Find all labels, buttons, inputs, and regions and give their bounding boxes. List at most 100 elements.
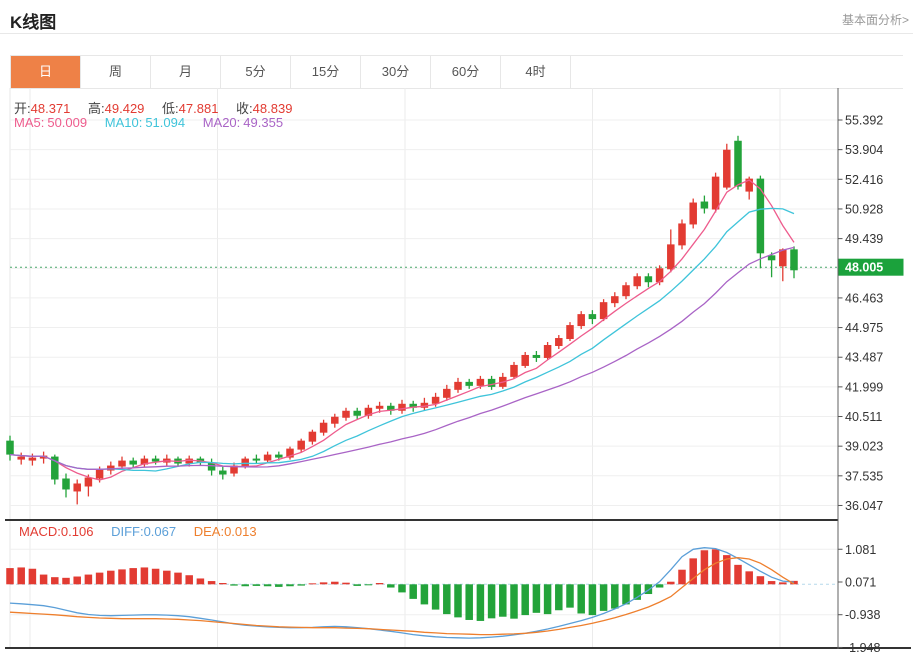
- high-value: 49.429: [105, 101, 145, 116]
- candle-body: [589, 314, 597, 319]
- macd-hist-bar: [645, 584, 653, 594]
- macd-hist-bar: [757, 576, 765, 584]
- macd-axis-label: 0.071: [845, 576, 876, 590]
- macd-label: MACD:: [19, 524, 61, 539]
- candle-body: [96, 470, 104, 479]
- macd-hist-bar: [712, 549, 720, 584]
- macd-hist-bar: [398, 584, 406, 592]
- candle-body: [342, 411, 350, 418]
- candle-body: [533, 355, 541, 358]
- candle-body: [477, 379, 485, 386]
- macd-group: [6, 548, 798, 638]
- ma5-label: MA5:: [14, 115, 44, 130]
- macd-hist-bar: [264, 584, 272, 586]
- macd-axis-label: 1.081: [845, 543, 876, 557]
- macd-hist-bar: [611, 584, 619, 608]
- candle-body: [645, 276, 653, 282]
- candle-body: [566, 325, 574, 339]
- candle-body: [309, 432, 317, 442]
- candle-body: [152, 459, 160, 462]
- macd-hist-bar: [589, 584, 597, 615]
- macd-hist-bar: [331, 582, 339, 585]
- macd-hist-bar: [107, 571, 115, 585]
- price-axis-label: 37.535: [845, 469, 883, 483]
- macd-hist-bar: [353, 584, 361, 586]
- macd-hist-bar: [555, 584, 563, 610]
- macd-hist-bar: [779, 582, 787, 584]
- candle-body: [253, 459, 261, 461]
- price-axis-label: 43.487: [845, 351, 883, 365]
- ma10-label: MA10:: [105, 115, 143, 130]
- close-label: 收:: [236, 101, 253, 116]
- diff-line: [10, 548, 794, 638]
- price-axis-label: 44.975: [845, 321, 883, 335]
- low-label: 低:: [162, 101, 179, 116]
- macd-hist-bar: [376, 583, 384, 584]
- candle-body: [633, 276, 641, 286]
- macd-hist-bar: [667, 582, 675, 585]
- dea-line: [10, 558, 794, 635]
- macd-hist-bar: [566, 584, 574, 607]
- diff-value: 0.067: [144, 524, 177, 539]
- candle-body: [521, 355, 529, 366]
- candle-body: [667, 244, 675, 269]
- candle-body: [219, 471, 227, 475]
- macd-hist-bar: [701, 550, 709, 584]
- candle-body: [723, 150, 731, 188]
- macd-hist-bar: [499, 584, 507, 616]
- candle-body: [107, 466, 115, 471]
- candle-body: [701, 202, 709, 209]
- candle-body: [678, 223, 686, 245]
- macd-hist-bar: [17, 567, 25, 584]
- candle-body: [62, 479, 70, 490]
- price-axis-label: 46.463: [845, 291, 883, 305]
- candle-body: [779, 249, 787, 266]
- macd-hist-bar: [421, 584, 429, 604]
- candle-body: [465, 382, 473, 386]
- macd-hist-bar: [297, 584, 305, 585]
- macd-hist-bar: [432, 584, 440, 609]
- candle-body: [611, 296, 619, 303]
- macd-hist-bar: [533, 584, 541, 613]
- candle-body: [73, 483, 81, 491]
- macd-hist-bar: [73, 577, 81, 585]
- diff-label: DIFF:: [111, 524, 144, 539]
- candle-body: [331, 417, 339, 424]
- macd-hist-bar: [241, 584, 249, 586]
- macd-hist-bar: [577, 584, 585, 613]
- candle-body: [656, 268, 664, 282]
- dea-label: DEA:: [194, 524, 224, 539]
- macd-hist-bar: [118, 569, 126, 584]
- macd-hist-bar: [253, 584, 261, 586]
- candle-body: [29, 458, 37, 461]
- close-value: 48.839: [253, 101, 293, 116]
- macd-value: 0.106: [61, 524, 94, 539]
- macd-hist-bar: [320, 582, 328, 584]
- candle-body: [555, 338, 563, 346]
- panel-separator: [5, 519, 838, 521]
- macd-hist-bar: [768, 581, 776, 584]
- macd-hist-bar: [163, 571, 171, 585]
- macd-hist-bar: [622, 584, 630, 604]
- ma5-line: [10, 180, 794, 480]
- price-badge-value: 48.005: [845, 261, 883, 275]
- candle-body: [297, 441, 305, 450]
- price-axis-label: 55.392: [845, 114, 883, 128]
- price-axis-label: 36.047: [845, 499, 883, 513]
- macd-hist-bar: [544, 584, 552, 614]
- macd-hist-bar: [96, 573, 104, 585]
- candle-body: [320, 423, 328, 433]
- bottom-axis-line: [5, 647, 911, 649]
- candle-body: [510, 365, 518, 377]
- ma20-line: [10, 247, 794, 469]
- current-price-badge: 48.005: [839, 259, 904, 276]
- macd-hist-bar: [656, 584, 664, 587]
- ma10-line: [10, 208, 794, 471]
- macd-hist-bar: [29, 569, 37, 585]
- macd-hist-bar: [6, 568, 14, 584]
- macd-axis-label: -0.938: [845, 608, 880, 622]
- macd-hist-bar: [208, 581, 216, 584]
- ma-legend: MA5:50.009 MA10:51.094 MA20:49.355: [14, 115, 297, 130]
- price-axis-label: 39.023: [845, 440, 883, 454]
- candle-body: [600, 302, 608, 319]
